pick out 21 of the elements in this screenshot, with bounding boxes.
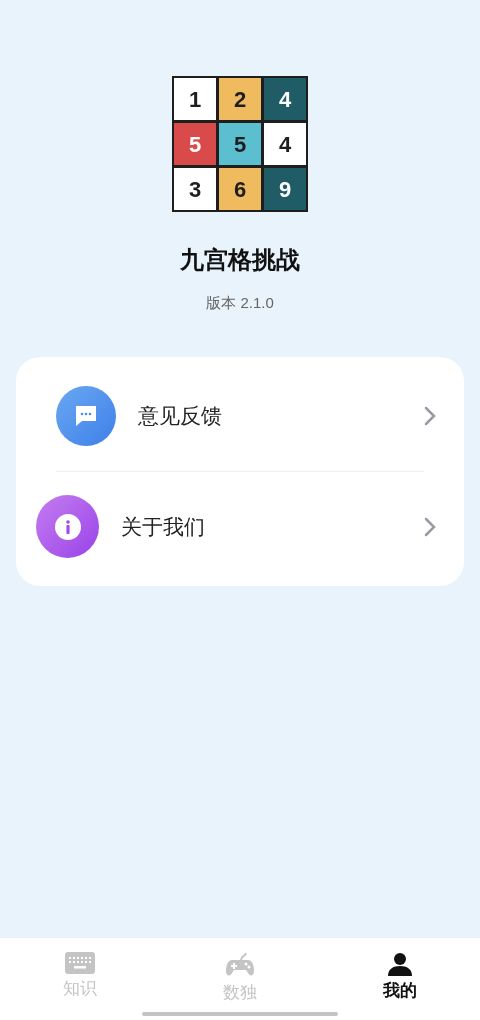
menu-label: 意见反馈	[138, 402, 223, 429]
logo-digit: 4	[264, 78, 306, 120]
logo-digit: 2	[219, 78, 261, 120]
gamepad-icon	[225, 952, 255, 978]
chevron-right-icon	[424, 405, 436, 426]
person-icon	[388, 952, 412, 976]
menu-item[interactable]: 关于我们	[36, 471, 444, 582]
menu-label: 关于我们	[121, 513, 206, 540]
logo-digit: 5	[174, 123, 216, 165]
logo-digit: 1	[174, 78, 216, 120]
keyboard-icon	[65, 952, 95, 974]
tab[interactable]: 我的	[320, 952, 480, 1006]
logo-digit: 9	[264, 168, 306, 210]
logo-digit: 4	[264, 123, 306, 165]
app-name: 九宫格挑战	[180, 245, 300, 275]
logo-digit: 5	[219, 123, 261, 165]
chevron-right-icon	[424, 516, 436, 537]
logo-digit: 3	[174, 168, 216, 210]
menu-item[interactable]: 意见反馈	[36, 360, 444, 471]
logo-digit: 6	[219, 168, 261, 210]
version-text: 版本 2.1.0	[206, 293, 274, 313]
